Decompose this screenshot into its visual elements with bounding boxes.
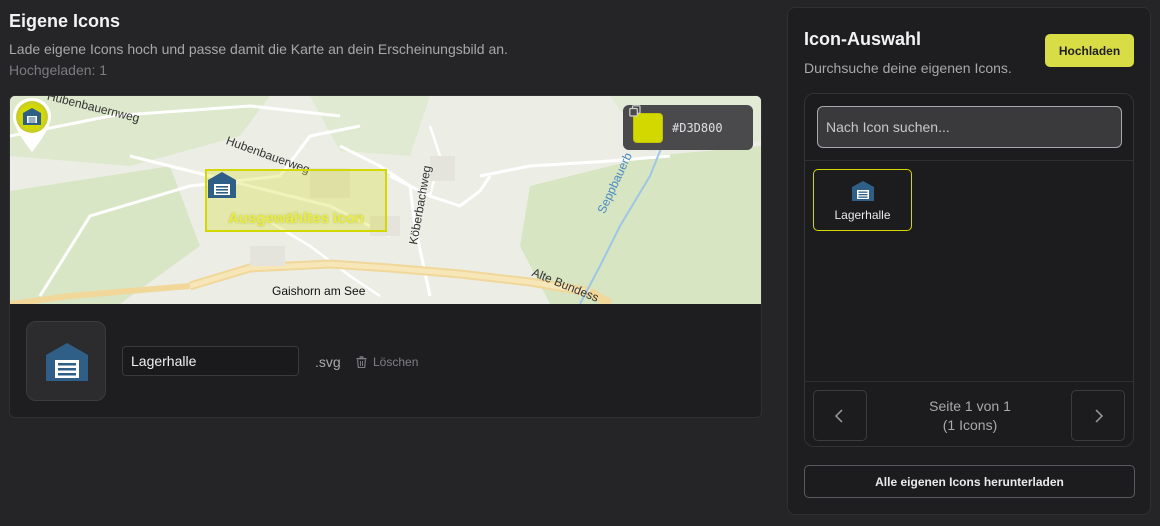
divider (805, 160, 1133, 161)
warehouse-icon (852, 181, 874, 201)
download-all-button[interactable]: Alle eigenen Icons herunterladen (804, 465, 1135, 498)
panel-subtitle: Durchsuche deine eigenen Icons. (804, 60, 1012, 76)
color-picker-chip[interactable]: #D3D800 (623, 105, 753, 150)
trash-icon (356, 356, 367, 368)
warehouse-icon (208, 172, 236, 198)
page-indicator: Seite 1 von 1 (929, 398, 1011, 414)
next-page-button[interactable] (1071, 390, 1125, 441)
upload-button[interactable]: Hochladen (1045, 34, 1134, 67)
icon-browser: Lagerhalle Seite 1 von 1 (1 Icons) (804, 93, 1134, 447)
file-extension: .svg (315, 354, 341, 370)
chevron-right-icon (1095, 409, 1104, 423)
chevron-left-icon (834, 409, 843, 423)
map-pin-icon[interactable] (10, 96, 54, 154)
page-description: Lade eigene Icons hoch und passe damit d… (9, 41, 508, 57)
delete-button[interactable]: Löschen (356, 355, 418, 369)
map-preview[interactable]: Hubenbauernweg Hubenbauerweg Köberbachwe… (10, 96, 761, 304)
icon-count: (1 Icons) (942, 417, 998, 433)
icon-selection-panel: Icon-Auswahl Durchsuche deine eigenen Ic… (787, 7, 1151, 515)
icon-name-input[interactable] (122, 346, 299, 376)
icon-tile-lagerhalle[interactable]: Lagerhalle (813, 169, 912, 231)
icon-tile-label: Lagerhalle (834, 208, 891, 222)
uploaded-count: Hochgeladen: 1 (9, 62, 108, 78)
copy-icon[interactable] (629, 105, 641, 117)
panel-title: Icon-Auswahl (804, 29, 922, 49)
warehouse-icon (46, 343, 88, 381)
page-title: Eigene Icons (9, 11, 121, 31)
previous-page-button[interactable] (813, 390, 867, 441)
pagination-info: Seite 1 von 1 (1 Icons) (875, 397, 1065, 435)
selected-icon-area[interactable]: Ausgewähltes Icon (205, 169, 387, 232)
color-hex-value: #D3D800 (672, 120, 723, 135)
selected-icon-label: Ausgewähltes Icon (228, 210, 364, 227)
search-input[interactable] (817, 106, 1122, 148)
color-swatch[interactable] (633, 112, 663, 143)
icon-preview (26, 321, 106, 401)
map-town-label: Gaishorn am See (272, 284, 366, 298)
icon-editor-card: Hubenbauernweg Hubenbauerweg Köberbachwe… (9, 95, 762, 418)
delete-label: Löschen (373, 355, 419, 369)
divider (805, 381, 1133, 382)
